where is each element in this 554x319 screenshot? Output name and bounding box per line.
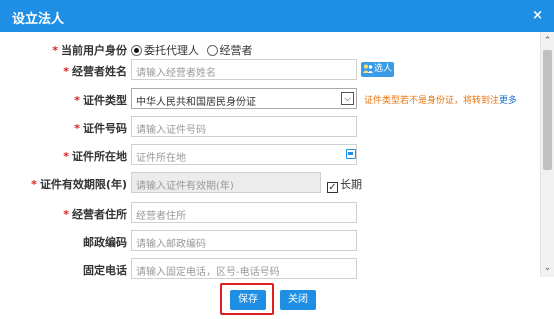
dialog-title: 设立法人 xyxy=(12,12,65,27)
postal-code-label: 邮政编码 xyxy=(83,236,127,249)
id-number-row: * 证件号码 请输入证件号码 xyxy=(0,116,540,138)
close-button[interactable]: 关闭 xyxy=(280,290,316,310)
id-type-hint: 证件类型若不是身份证，将转到注更多 xyxy=(364,96,518,106)
postal-code-input[interactable]: 请输入邮政编码 xyxy=(131,230,357,251)
dialog-titlebar: 设立法人 × xyxy=(0,0,554,32)
operator-name-label: * 经营者姓名 xyxy=(63,65,127,78)
chevron-down-icon: ⌵ xyxy=(341,92,354,105)
save-button[interactable]: 保存 xyxy=(230,290,266,310)
scroll-up-icon[interactable]: ⌃ xyxy=(541,34,554,48)
dialog-body: * 当前用户身份 委托代理人 经营者 * 经营者姓名 请输入经营者姓名 选人 * 证件… xyxy=(0,32,540,319)
id-validity-input[interactable]: 请输入证件有效期(年) xyxy=(131,172,321,193)
user-identity-radio-group: 委托代理人 经营者 xyxy=(131,42,257,58)
id-validity-label: * 证件有效期限(年) xyxy=(31,178,127,191)
scroll-down-icon[interactable]: ⌄ xyxy=(541,261,554,275)
operator-address-label: * 经营者住所 xyxy=(63,208,127,221)
radio-agent[interactable] xyxy=(131,45,142,56)
landline-label: 固定电话 xyxy=(83,264,127,277)
id-number-label: * 证件号码 xyxy=(74,122,127,135)
scrollbar-thumb[interactable] xyxy=(543,50,552,170)
radio-operator[interactable] xyxy=(206,45,218,56)
id-location-label: * 证件所在地 xyxy=(63,150,127,163)
radio-agent-label[interactable]: 委托代理人 xyxy=(144,44,199,57)
operator-address-row: * 经营者住所 经营者住所 xyxy=(0,202,540,224)
id-location-row: * 证件所在地 证件所在地 xyxy=(0,144,540,166)
select-person-button[interactable]: 选人 xyxy=(361,62,394,77)
close-icon[interactable]: × xyxy=(532,8,543,23)
id-type-value: 中华人民共和国居民身份证 xyxy=(136,97,256,108)
scrollbar[interactable]: ⌃ ⌄ xyxy=(540,32,554,277)
long-term-label: 长期 xyxy=(340,178,362,191)
postal-code-row: 邮政编码 请输入邮政编码 xyxy=(0,230,540,252)
radio-operator-label[interactable]: 经营者 xyxy=(220,44,253,57)
user-identity-label: * 当前用户身份 xyxy=(52,44,127,57)
long-term-checkbox[interactable]: ✓ xyxy=(327,182,338,193)
id-location-input[interactable]: 证件所在地 xyxy=(131,144,357,165)
id-type-select[interactable]: 中华人民共和国居民身份证 ⌵ xyxy=(131,88,357,109)
user-identity-row: * 当前用户身份 委托代理人 经营者 xyxy=(0,38,540,60)
id-type-row: * 证件类型 中华人民共和国居民身份证 ⌵ 证件类型若不是身份证，将转到注更多 xyxy=(0,88,540,110)
id-validity-row: * 证件有效期限(年) 请输入证件有效期(年) ✓ 长期 xyxy=(0,172,540,194)
location-picker-icon[interactable] xyxy=(346,149,356,159)
landline-input[interactable]: 请输入固定电话，区号-电话号码 xyxy=(131,258,357,279)
more-link[interactable]: 更多 xyxy=(499,96,517,106)
people-icon xyxy=(363,64,373,73)
operator-address-input[interactable]: 经营者住所 xyxy=(131,202,357,223)
operator-name-input[interactable]: 请输入经营者姓名 xyxy=(131,59,357,80)
long-term-checkbox-group[interactable]: ✓ 长期 xyxy=(327,176,362,193)
operator-name-row: * 经营者姓名 请输入经营者姓名 选人 xyxy=(0,59,540,81)
select-person-label: 选人 xyxy=(374,64,393,74)
id-number-input[interactable]: 请输入证件号码 xyxy=(131,116,357,137)
landline-row: 固定电话 请输入固定电话，区号-电话号码 xyxy=(0,258,540,280)
id-type-label: * 证件类型 xyxy=(74,94,127,107)
